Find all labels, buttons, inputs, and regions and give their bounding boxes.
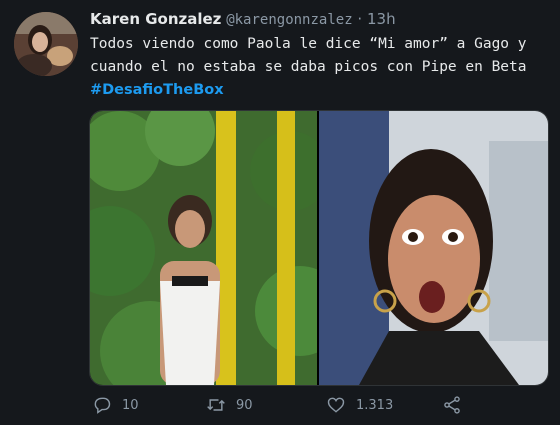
retweet-count: 90 [236,397,253,413]
retweet-icon [207,399,225,411]
share-icon [444,396,460,414]
tweet-actions: 10 90 1.313 [90,395,550,419]
tweet-text: Todos viendo como Paola le dice “Mi amor… [90,33,550,102]
heart-icon [327,397,345,413]
tweet-header: Karen Gonzalez @karengonnzalez · 13h [90,9,396,30]
hashtag-link[interactable]: #DesafioTheBox [90,79,550,102]
tweet-text-line-1: Todos viendo como Paola le dice “Mi amor… [90,36,527,52]
tweet-media [89,110,549,386]
reply-button[interactable]: 10 [92,395,139,415]
like-count: 1.313 [356,397,394,413]
reply-icon [94,397,111,414]
media-photo-left[interactable] [90,111,345,385]
tweet-timestamp[interactable]: 13h [367,10,396,28]
author-handle[interactable]: @karengonnzalez [226,12,352,28]
like-button[interactable]: 1.313 [326,395,393,415]
retweet-button[interactable]: 90 [206,395,253,415]
avatar[interactable] [14,12,78,76]
tweet-text-line-2: cuando el no estaba se daba picos con Pi… [90,59,527,75]
media-photo-right[interactable] [319,111,548,385]
reply-count: 10 [122,397,139,413]
header-separator: · [357,10,363,28]
author-name[interactable]: Karen Gonzalez [90,10,221,28]
share-button[interactable] [442,395,462,415]
